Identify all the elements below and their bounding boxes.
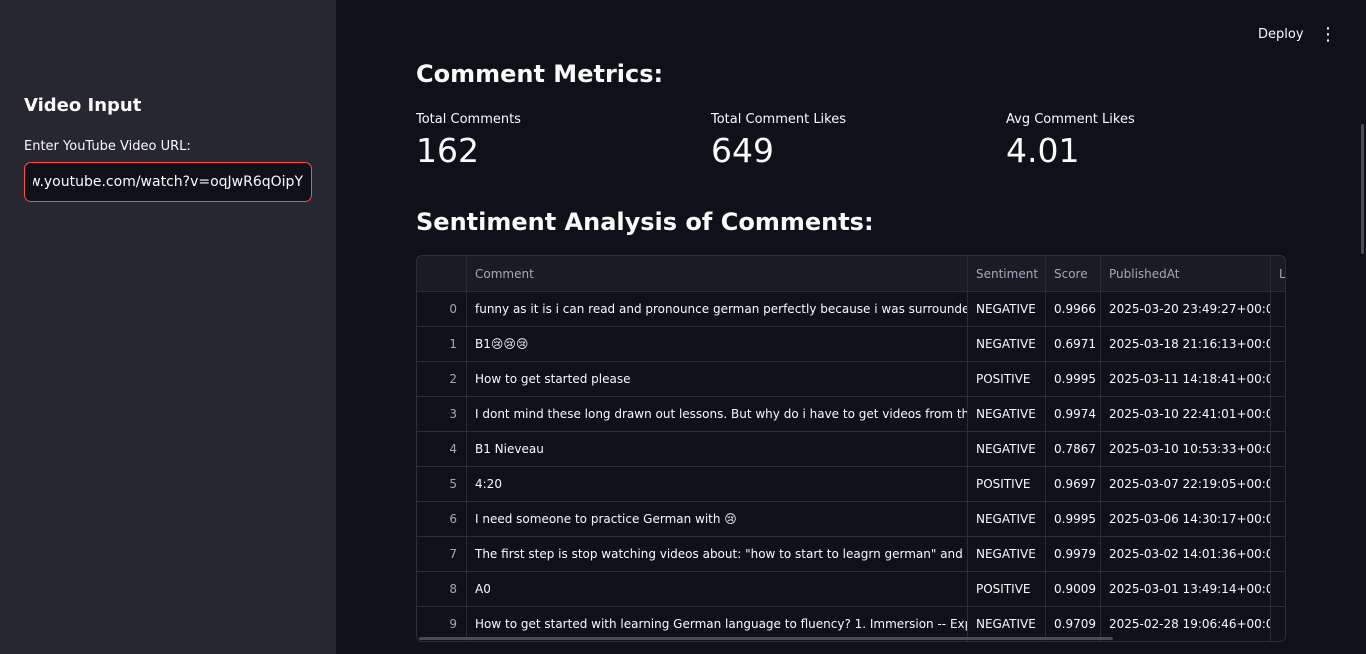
score-cell[interactable]: 0.9995 bbox=[1046, 362, 1101, 396]
score-cell[interactable]: 0.9009 bbox=[1046, 572, 1101, 606]
published-cell[interactable]: 2025-03-10 22:41:01+00:00 bbox=[1101, 397, 1271, 431]
sentiment-cell[interactable]: NEGATIVE bbox=[968, 397, 1046, 431]
table-row[interactable]: 4 B1 Nieveau NEGATIVE 0.7867 2025-03-10 10:5… bbox=[417, 432, 1285, 467]
sentiment-cell[interactable]: POSITIVE bbox=[968, 362, 1046, 396]
row-index[interactable]: 3 bbox=[417, 397, 467, 431]
likes-cell[interactable] bbox=[1271, 327, 1285, 361]
published-cell[interactable]: 2025-03-18 21:16:13+00:00 bbox=[1101, 327, 1271, 361]
score-cell[interactable]: 0.9966 bbox=[1046, 292, 1101, 326]
likes-cell[interactable] bbox=[1271, 572, 1285, 606]
likes-cell[interactable] bbox=[1271, 292, 1285, 326]
row-index[interactable]: 0 bbox=[417, 292, 467, 326]
sentiment-cell[interactable]: NEGATIVE bbox=[968, 432, 1046, 466]
published-cell[interactable]: 2025-03-01 13:49:14+00:00 bbox=[1101, 572, 1271, 606]
column-header-sentiment[interactable]: Sentiment bbox=[968, 256, 1046, 291]
row-index[interactable]: 5 bbox=[417, 467, 467, 501]
table-row[interactable]: 8 A0 POSITIVE 0.9009 2025-03-01 13:49:14+00:… bbox=[417, 572, 1285, 607]
sentiment-heading: Sentiment Analysis of Comments: bbox=[416, 208, 874, 236]
comment-cell[interactable]: The first step is stop watching videos a… bbox=[467, 537, 968, 571]
sentiment-cell[interactable]: NEGATIVE bbox=[968, 607, 1046, 641]
sidebar: Video Input Enter YouTube Video URL: bbox=[0, 0, 336, 654]
table-header-row: Comment Sentiment Score PublishedAt L bbox=[417, 256, 1285, 292]
likes-cell[interactable] bbox=[1271, 397, 1285, 431]
published-cell[interactable]: 2025-03-06 14:30:17+00:00 bbox=[1101, 502, 1271, 536]
metric-total-comments: Total Comments 162 bbox=[416, 112, 521, 171]
table-row[interactable]: 3I dont mind these long drawn out lesson… bbox=[417, 397, 1285, 432]
score-cell[interactable]: 0.9974 bbox=[1046, 397, 1101, 431]
likes-cell[interactable] bbox=[1271, 432, 1285, 466]
likes-cell[interactable] bbox=[1271, 607, 1285, 641]
score-cell[interactable]: 0.6971 bbox=[1046, 327, 1101, 361]
comment-cell[interactable]: I need someone to practice German with 😢 bbox=[467, 502, 968, 536]
metric-value: 649 bbox=[711, 131, 774, 170]
published-cell[interactable]: 2025-02-28 19:06:46+00:00 bbox=[1101, 607, 1271, 641]
comment-cell[interactable]: funny as it is i can read and pronounce … bbox=[467, 292, 968, 326]
row-index[interactable]: 8 bbox=[417, 572, 467, 606]
comment-cell[interactable]: B1 Nieveau bbox=[467, 432, 968, 466]
column-header-publishedat[interactable]: PublishedAt bbox=[1101, 256, 1271, 291]
published-cell[interactable]: 2025-03-07 22:19:05+00:00 bbox=[1101, 467, 1271, 501]
column-header-comment[interactable]: Comment bbox=[467, 256, 968, 291]
comment-cell[interactable]: How to get started with learning German … bbox=[467, 607, 968, 641]
row-index[interactable]: 4 bbox=[417, 432, 467, 466]
table-horizontal-scrollbar[interactable] bbox=[419, 637, 1113, 640]
more-menu-icon[interactable]: ⋮ bbox=[1318, 24, 1338, 46]
comment-cell[interactable]: I dont mind these long drawn out lessons… bbox=[467, 397, 968, 431]
main-content: Comment Metrics: Total Comments 162 Tota… bbox=[416, 0, 1286, 654]
column-header-likes[interactable]: L bbox=[1271, 256, 1285, 291]
sentiment-cell[interactable]: POSITIVE bbox=[968, 572, 1046, 606]
row-index[interactable]: 1 bbox=[417, 327, 467, 361]
score-cell[interactable]: 0.7867 bbox=[1046, 432, 1101, 466]
metric-total-likes: Total Comment Likes 649 bbox=[711, 112, 846, 171]
published-cell[interactable]: 2025-03-02 14:01:36+00:00 bbox=[1101, 537, 1271, 571]
likes-cell[interactable] bbox=[1271, 467, 1285, 501]
published-cell[interactable]: 2025-03-10 10:53:33+00:00 bbox=[1101, 432, 1271, 466]
metric-label: Total Comments bbox=[416, 112, 521, 127]
sentiment-cell[interactable]: NEGATIVE bbox=[968, 537, 1046, 571]
column-header-score[interactable]: Score bbox=[1046, 256, 1101, 291]
comment-cell[interactable]: How to get started please bbox=[467, 362, 968, 396]
table-row[interactable]: 5 4:20 POSITIVE 0.9697 2025-03-07 22:19:05+0… bbox=[417, 467, 1285, 502]
comment-cell[interactable]: A0 bbox=[467, 572, 968, 606]
sentiment-table[interactable]: Comment Sentiment Score PublishedAt L 0f… bbox=[416, 255, 1286, 642]
sentiment-cell[interactable]: NEGATIVE bbox=[968, 327, 1046, 361]
published-cell[interactable]: 2025-03-11 14:18:41+00:00 bbox=[1101, 362, 1271, 396]
sentiment-cell[interactable]: NEGATIVE bbox=[968, 502, 1046, 536]
sentiment-cell[interactable]: POSITIVE bbox=[968, 467, 1046, 501]
table-row[interactable]: 2 How to get started please POSITIVE 0.9995… bbox=[417, 362, 1285, 397]
metric-value: 4.01 bbox=[1006, 131, 1080, 170]
sentiment-cell[interactable]: NEGATIVE bbox=[968, 292, 1046, 326]
score-cell[interactable]: 0.9709 bbox=[1046, 607, 1101, 641]
table-row[interactable]: 6I need someone to practice German with … bbox=[417, 502, 1285, 537]
row-index[interactable]: 7 bbox=[417, 537, 467, 571]
sidebar-title: Video Input bbox=[24, 95, 142, 116]
metrics-heading: Comment Metrics: bbox=[416, 60, 664, 88]
table-row[interactable]: 0 funny as it is i can read and pronounce… bbox=[417, 292, 1285, 327]
row-index[interactable]: 6 bbox=[417, 502, 467, 536]
row-index[interactable]: 9 bbox=[417, 607, 467, 641]
metric-label: Total Comment Likes bbox=[711, 112, 847, 127]
metric-avg-likes: Avg Comment Likes 4.01 bbox=[1006, 112, 1135, 171]
metric-label: Avg Comment Likes bbox=[1006, 112, 1135, 127]
score-cell[interactable]: 0.9697 bbox=[1046, 467, 1101, 501]
metric-value: 162 bbox=[416, 131, 479, 170]
likes-cell[interactable] bbox=[1271, 502, 1285, 536]
score-cell[interactable]: 0.9995 bbox=[1046, 502, 1101, 536]
column-header-index[interactable] bbox=[417, 256, 467, 291]
table-row[interactable]: 1 B1😢😢😢 NEGATIVE 0.6971 2025-03-18 21:16:13+… bbox=[417, 327, 1285, 362]
table-row[interactable]: 7 The first step is stop watching videos … bbox=[417, 537, 1285, 572]
score-cell[interactable]: 0.9979 bbox=[1046, 537, 1101, 571]
likes-cell[interactable] bbox=[1271, 537, 1285, 571]
page-vertical-scrollbar[interactable] bbox=[1361, 124, 1364, 254]
likes-cell[interactable] bbox=[1271, 362, 1285, 396]
url-label: Enter YouTube Video URL: bbox=[24, 139, 191, 154]
row-index[interactable]: 2 bbox=[417, 362, 467, 396]
published-cell[interactable]: 2025-03-20 23:49:27+00:00 bbox=[1101, 292, 1271, 326]
comment-cell[interactable]: 4:20 bbox=[467, 467, 968, 501]
youtube-url-input[interactable] bbox=[24, 162, 312, 202]
comment-cell[interactable]: B1😢😢😢 bbox=[467, 327, 968, 361]
